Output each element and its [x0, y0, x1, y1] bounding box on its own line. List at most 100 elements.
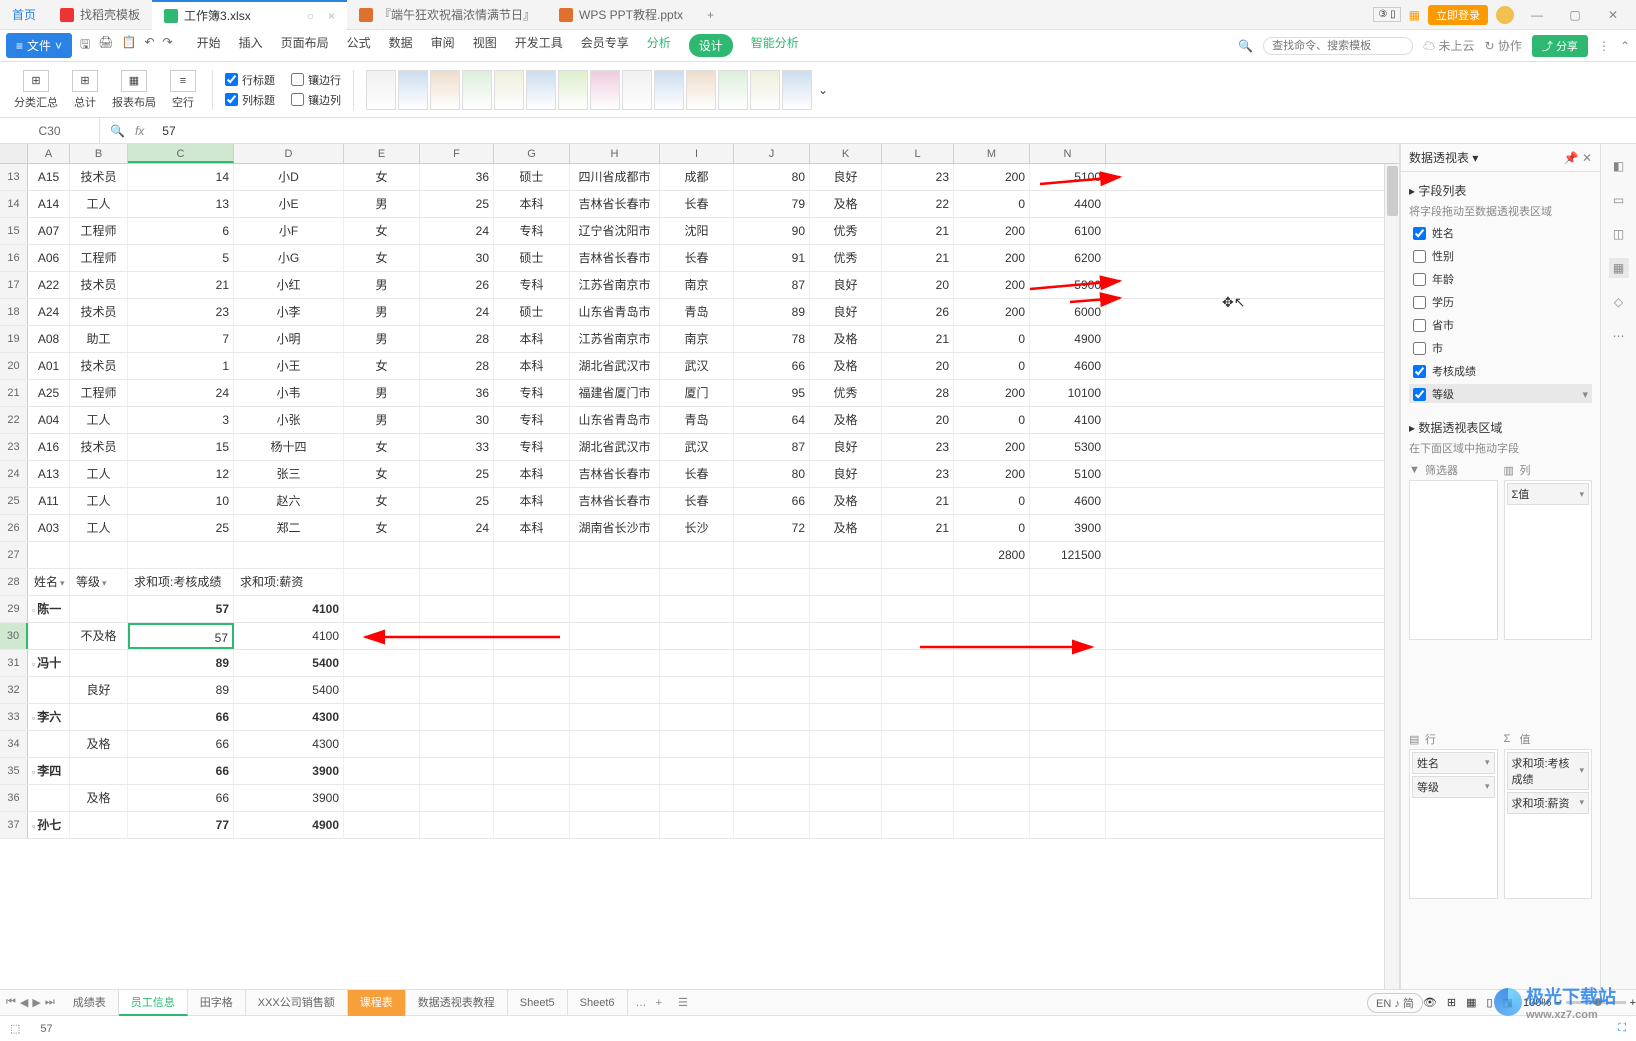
- col-header-N[interactable]: N: [1030, 144, 1106, 163]
- cell[interactable]: [420, 569, 494, 595]
- cell[interactable]: 小D: [234, 164, 344, 190]
- cell[interactable]: [494, 812, 570, 838]
- cell[interactable]: 小E: [234, 191, 344, 217]
- row-header[interactable]: 36: [0, 785, 28, 811]
- cell[interactable]: [810, 731, 882, 757]
- cell[interactable]: 79: [734, 191, 810, 217]
- cell[interactable]: [882, 812, 954, 838]
- grid-icon[interactable]: ▦: [1409, 8, 1420, 22]
- cell[interactable]: 200: [954, 434, 1030, 460]
- cell[interactable]: A15: [28, 164, 70, 190]
- cell[interactable]: A08: [28, 326, 70, 352]
- cell[interactable]: 28: [882, 380, 954, 406]
- cell[interactable]: A25: [28, 380, 70, 406]
- menu-insert[interactable]: 插入: [239, 34, 263, 57]
- cell[interactable]: [420, 677, 494, 703]
- cell[interactable]: 青岛: [660, 299, 734, 325]
- cell[interactable]: [570, 785, 660, 811]
- cell[interactable]: [954, 569, 1030, 595]
- cell[interactable]: 吉林省长春市: [570, 488, 660, 514]
- cell[interactable]: 本科: [494, 353, 570, 379]
- cell[interactable]: 20: [882, 353, 954, 379]
- cell[interactable]: 4300: [234, 731, 344, 757]
- sheet-next-icon[interactable]: ▶: [32, 996, 40, 1009]
- cell[interactable]: 长春: [660, 245, 734, 271]
- cell[interactable]: [882, 542, 954, 568]
- field-item[interactable]: 考核成绩: [1409, 361, 1592, 381]
- row-header[interactable]: 13: [0, 164, 28, 190]
- col-header-G[interactable]: G: [494, 144, 570, 163]
- cell[interactable]: 66: [128, 785, 234, 811]
- col-header-H[interactable]: H: [570, 144, 660, 163]
- cell[interactable]: [734, 542, 810, 568]
- cell[interactable]: [1030, 677, 1106, 703]
- cell[interactable]: [660, 677, 734, 703]
- cell[interactable]: [70, 812, 128, 838]
- cell[interactable]: [810, 596, 882, 622]
- cell[interactable]: [570, 542, 660, 568]
- cell[interactable]: [1030, 623, 1106, 649]
- cell[interactable]: 成都: [660, 164, 734, 190]
- cell[interactable]: [734, 758, 810, 784]
- cell[interactable]: 工人: [70, 407, 128, 433]
- cell[interactable]: [420, 731, 494, 757]
- cell[interactable]: 江苏省南京市: [570, 272, 660, 298]
- sheet-tab[interactable]: 课程表: [348, 990, 406, 1016]
- cell[interactable]: 72: [734, 515, 810, 541]
- cell[interactable]: 专科: [494, 272, 570, 298]
- cell[interactable]: 10: [128, 488, 234, 514]
- field-item[interactable]: 市: [1409, 338, 1592, 358]
- cell[interactable]: A16: [28, 434, 70, 460]
- share-button[interactable]: ⤴ 分享: [1532, 35, 1588, 57]
- cell[interactable]: [660, 812, 734, 838]
- cell[interactable]: 福建省厦门市: [570, 380, 660, 406]
- cell[interactable]: 12: [128, 461, 234, 487]
- cell[interactable]: ▫孙七: [28, 812, 70, 838]
- cell[interactable]: A11: [28, 488, 70, 514]
- rows-dropzone[interactable]: 姓名▾等级▾: [1409, 749, 1498, 899]
- cell[interactable]: [70, 542, 128, 568]
- cell[interactable]: [28, 542, 70, 568]
- cell[interactable]: 张三: [234, 461, 344, 487]
- cell[interactable]: 36: [420, 164, 494, 190]
- cell[interactable]: [344, 812, 420, 838]
- sheet-tab[interactable]: XXX公司销售额: [246, 990, 348, 1016]
- cell[interactable]: 28: [420, 326, 494, 352]
- cell[interactable]: 0: [954, 191, 1030, 217]
- cell[interactable]: 57: [128, 623, 234, 649]
- cell[interactable]: 66: [734, 488, 810, 514]
- cell[interactable]: 专科: [494, 407, 570, 433]
- cell[interactable]: 女: [344, 245, 420, 271]
- tab-add[interactable]: +: [695, 8, 726, 22]
- cell[interactable]: 200: [954, 299, 1030, 325]
- cell[interactable]: [344, 596, 420, 622]
- cell[interactable]: [810, 758, 882, 784]
- formula-input[interactable]: 57: [154, 124, 1636, 138]
- close-icon[interactable]: ×: [328, 9, 335, 23]
- cell[interactable]: 助工: [70, 326, 128, 352]
- field-item[interactable]: 年龄: [1409, 269, 1592, 289]
- cell[interactable]: 男: [344, 380, 420, 406]
- close-panel-icon[interactable]: ✕: [1582, 151, 1592, 165]
- sheet-menu-icon[interactable]: ☰: [670, 996, 696, 1009]
- row-header[interactable]: 23: [0, 434, 28, 460]
- field-item[interactable]: 省市: [1409, 315, 1592, 335]
- cell[interactable]: [344, 623, 420, 649]
- cell[interactable]: 80: [734, 164, 810, 190]
- cell[interactable]: [70, 704, 128, 730]
- cell[interactable]: 工程师: [70, 245, 128, 271]
- cell[interactable]: 21: [882, 245, 954, 271]
- cell[interactable]: [882, 569, 954, 595]
- cell[interactable]: 及格: [70, 731, 128, 757]
- row-header[interactable]: 27: [0, 542, 28, 568]
- area-chip[interactable]: 求和项:薪资▾: [1507, 792, 1590, 814]
- cell[interactable]: [570, 812, 660, 838]
- cell[interactable]: [570, 596, 660, 622]
- cell[interactable]: [1030, 758, 1106, 784]
- cell[interactable]: A06: [28, 245, 70, 271]
- cell[interactable]: 山东省青岛市: [570, 299, 660, 325]
- menu-view[interactable]: 视图: [473, 34, 497, 57]
- cell[interactable]: 5300: [1030, 434, 1106, 460]
- view-grid-icon[interactable]: ⊞: [1447, 996, 1456, 1009]
- cell[interactable]: 20: [882, 272, 954, 298]
